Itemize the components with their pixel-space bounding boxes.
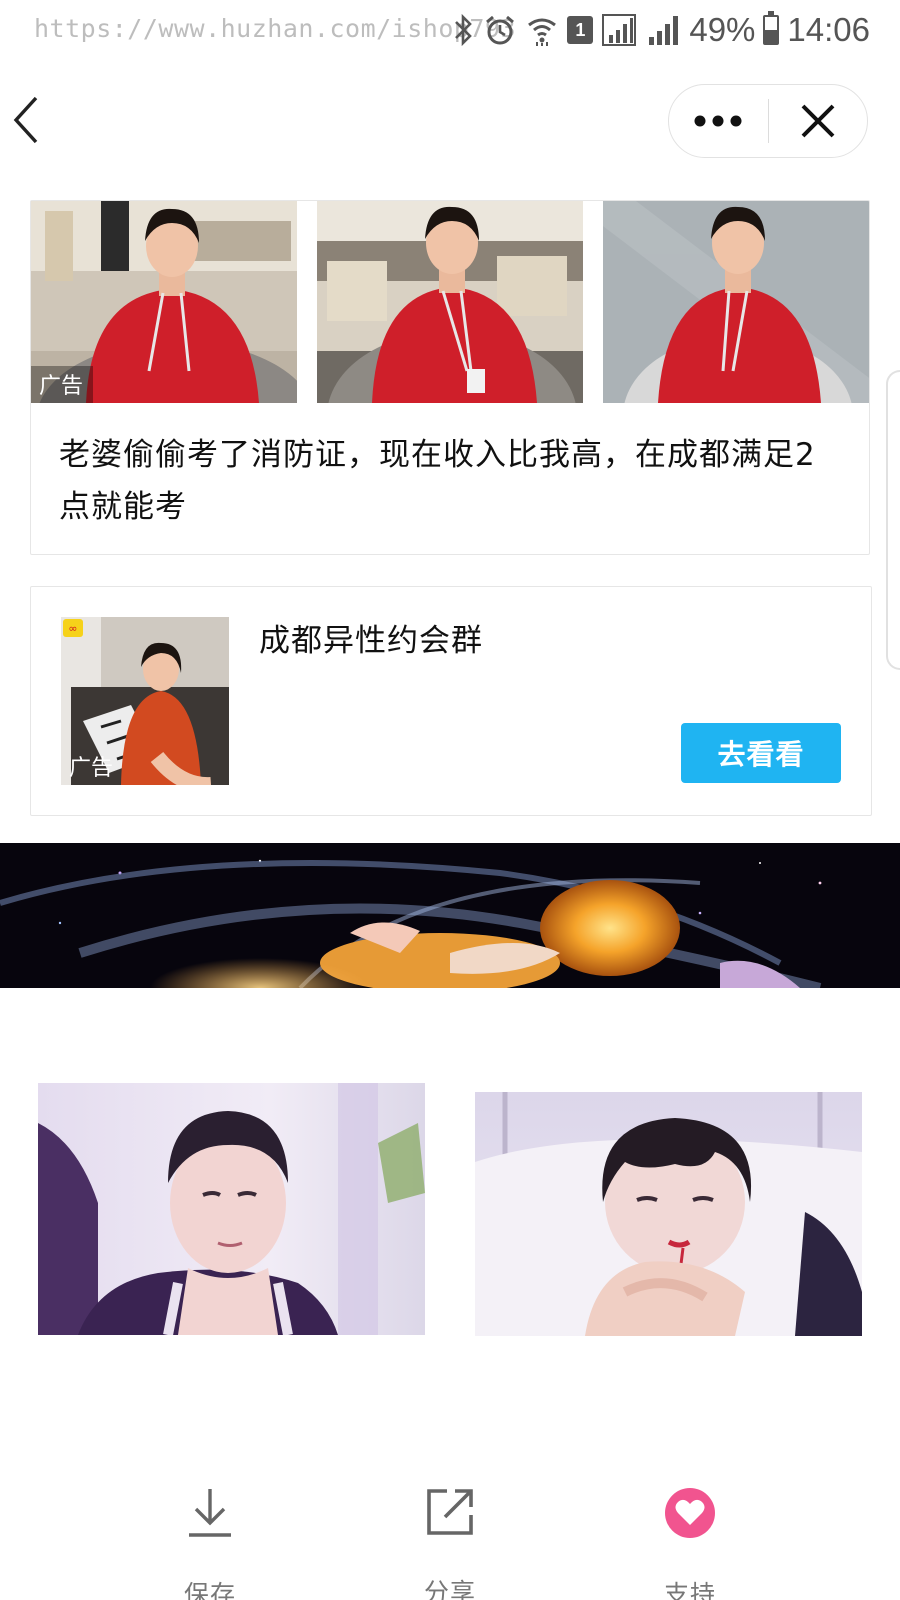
svg-text:∞: ∞ (68, 622, 77, 635)
go-see-button[interactable]: 去看看 (681, 723, 841, 783)
chevron-left-icon (13, 96, 38, 144)
ad-card-dating-group[interactable]: ∞ 广告 成都异性约会群 去看看 (30, 586, 872, 816)
drama-still-girl (475, 1092, 862, 1336)
close-button[interactable] (769, 85, 868, 157)
nav-bar (0, 70, 900, 170)
share-button[interactable]: 分享 (380, 1475, 520, 1600)
close-icon (801, 104, 835, 138)
watermark-text: https://www.huzhan.com/ishop793 (34, 14, 517, 43)
ad-title: 成都异性约会群 (259, 623, 483, 659)
bottom-action-bar: 保存 分享 支持 (0, 1475, 900, 1600)
ad-title: 老婆偷偷考了消防证，现在收入比我高，在成都满足2点就能考 (59, 437, 816, 525)
back-button[interactable] (6, 90, 50, 150)
ad-photo-2 (317, 201, 583, 403)
battery-icon (763, 11, 780, 45)
alarm-icon (483, 13, 517, 47)
support-button[interactable]: 支持 (620, 1475, 760, 1600)
ad-label: 广告 (69, 756, 114, 781)
share-label: 分享 (423, 1578, 476, 1600)
support-label: 支持 (663, 1580, 716, 1600)
anime-banner-image (0, 843, 900, 988)
ad-thumbnail: ∞ 广告 (61, 617, 229, 785)
save-button[interactable]: 保存 (140, 1475, 280, 1600)
share-icon (420, 1487, 480, 1537)
more-dots-icon (694, 115, 742, 127)
edge-handle[interactable] (886, 370, 900, 670)
wifi-icon (525, 13, 559, 47)
ad-photo-3 (603, 201, 869, 403)
ad-label: 广告 (31, 366, 94, 403)
heart-icon (660, 1487, 720, 1539)
status-bar: https://www.huzhan.com/ishop793 1 49% 14… (0, 0, 900, 62)
clock: 14:06 (787, 11, 870, 48)
bluetooth-icon (453, 13, 475, 47)
ad-photo-1: 广告 (31, 201, 297, 403)
battery-percent: 49% (689, 11, 756, 48)
save-label: 保存 (183, 1580, 236, 1600)
drama-still-boy (38, 1083, 425, 1335)
ad-card-fire-certificate[interactable]: 广告 老婆偷偷考了消防证，现在收入比我高，在成都满足2点就能考 (30, 200, 870, 555)
sim-slot-badge: 1 (567, 16, 594, 44)
ad-image-row: 广告 (31, 201, 869, 403)
signal-icon (601, 13, 639, 47)
menu-capsule (668, 84, 868, 158)
signal-icon-2 (647, 13, 681, 47)
download-icon (180, 1487, 240, 1539)
more-button[interactable] (669, 85, 768, 157)
status-icons: 1 49% 14:06 (453, 10, 870, 50)
